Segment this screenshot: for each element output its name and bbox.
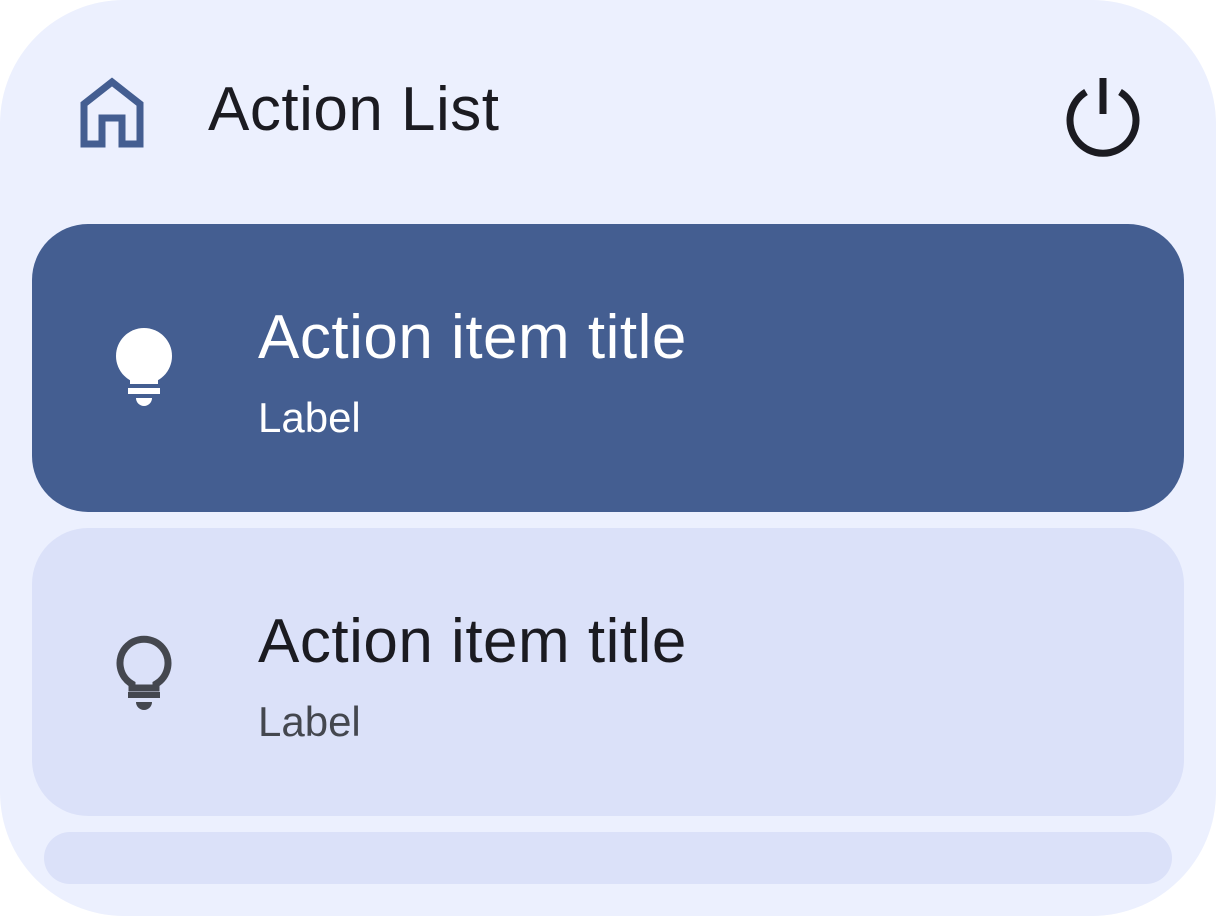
action-item-label: Label bbox=[258, 698, 361, 745]
power-button[interactable] bbox=[1058, 68, 1148, 158]
lightbulb-filled-icon bbox=[112, 328, 176, 408]
action-item[interactable]: Action item title Label bbox=[32, 528, 1184, 816]
header: Action List bbox=[0, 0, 1216, 220]
action-list-widget: Action List Action item title Label Acti… bbox=[0, 0, 1216, 916]
app-title: Action List bbox=[208, 75, 500, 144]
power-icon bbox=[1058, 78, 1148, 162]
action-list: Action item title Label Action item titl… bbox=[32, 224, 1184, 884]
action-item-partial[interactable] bbox=[44, 832, 1172, 884]
home-icon bbox=[78, 74, 146, 150]
action-item-selected[interactable]: Action item title Label bbox=[32, 224, 1184, 512]
action-item-label: Label bbox=[258, 394, 361, 441]
lightbulb-outline-icon bbox=[112, 632, 176, 712]
action-item-title: Action item title bbox=[258, 607, 687, 676]
action-item-title: Action item title bbox=[258, 303, 687, 372]
